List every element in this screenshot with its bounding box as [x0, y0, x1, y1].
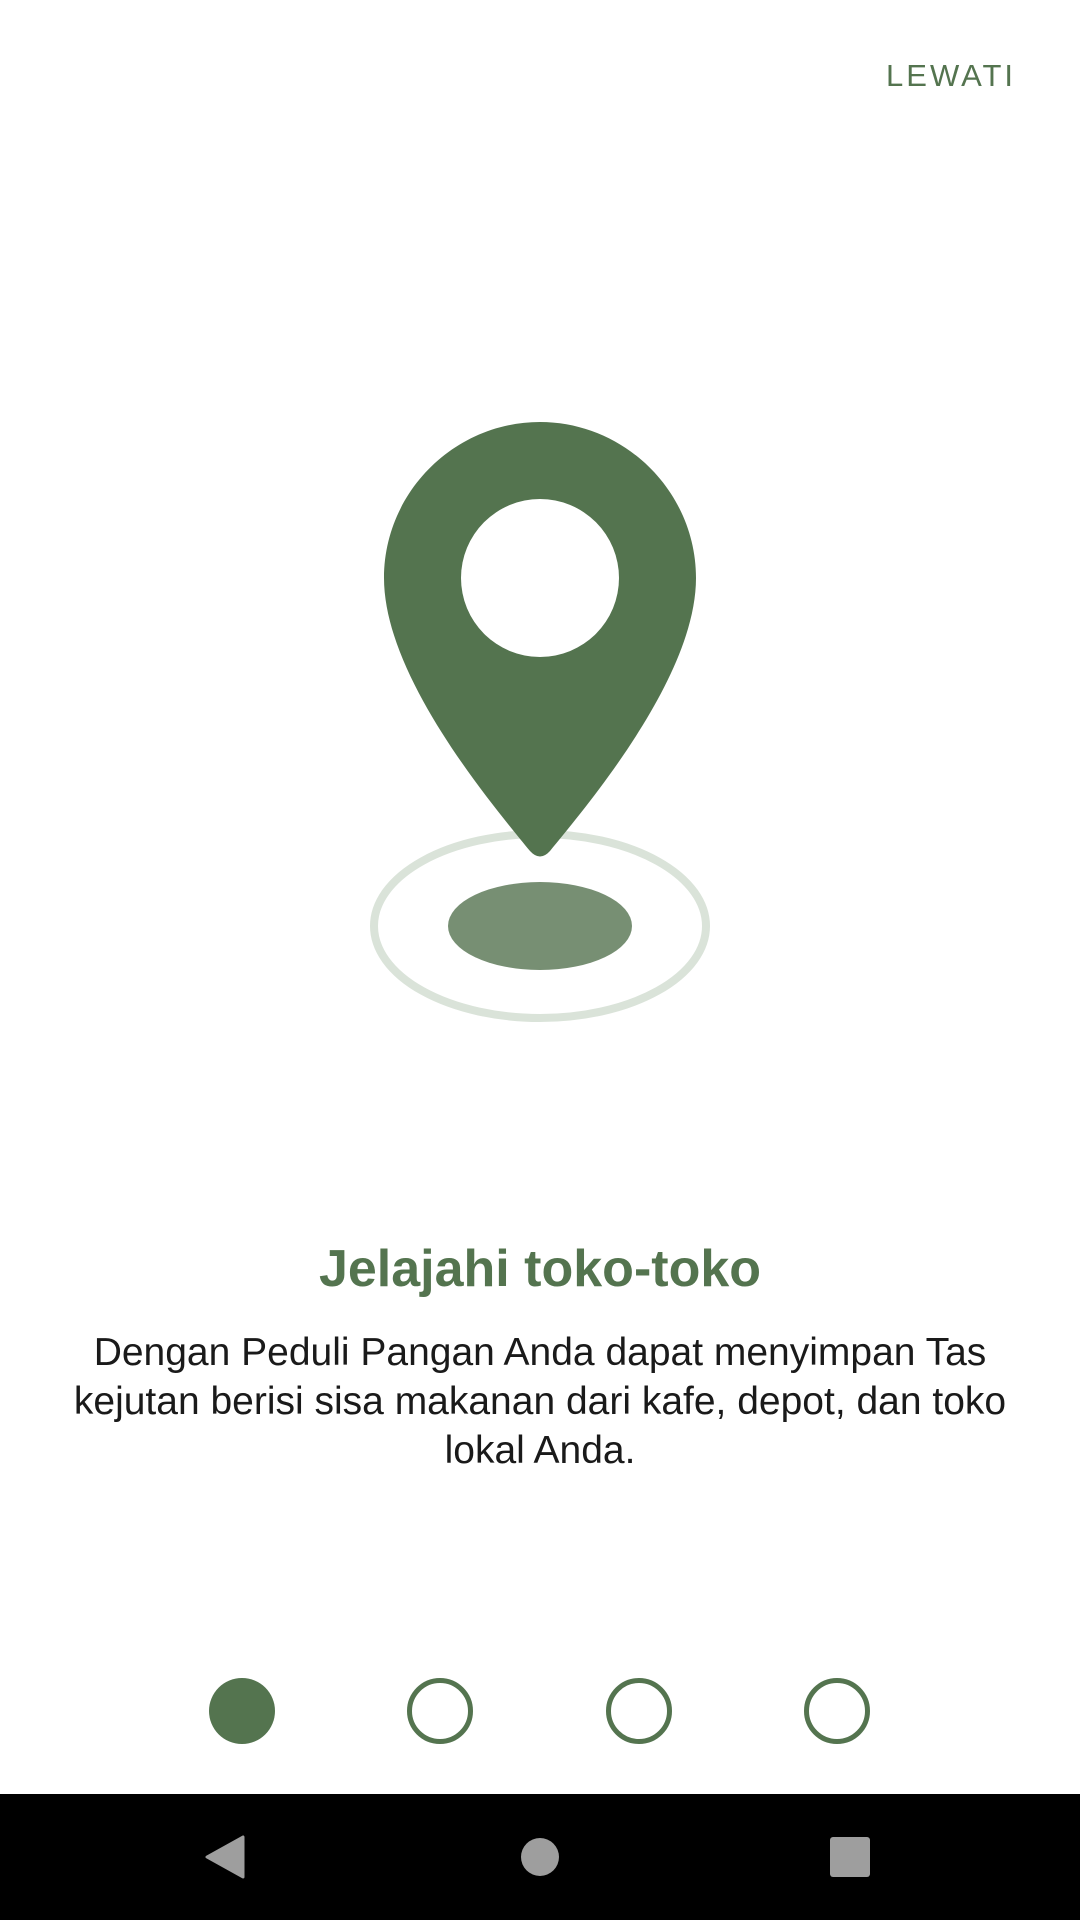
- location-pin-illustration: [370, 422, 710, 1022]
- back-icon: [205, 1835, 245, 1879]
- page-description: Dengan Peduli Pangan Anda dapat menyimpa…: [73, 1331, 1007, 1472]
- page-dot-1[interactable]: [209, 1678, 275, 1744]
- skip-button[interactable]: LEWATI: [882, 52, 1020, 100]
- page-indicator: [0, 1678, 1080, 1748]
- onboarding-screen: LEWATI Jelajahi toko-toko Dengan Peduli …: [0, 0, 1080, 1920]
- back-button[interactable]: [196, 1827, 256, 1887]
- location-pin-icon: [384, 422, 696, 857]
- ground-shadow: [448, 882, 632, 970]
- home-icon: [521, 1838, 559, 1876]
- home-button[interactable]: [510, 1827, 570, 1887]
- page-title: Jelajahi toko-toko: [318, 1240, 762, 1298]
- page-dot-2[interactable]: [407, 1678, 473, 1744]
- recents-icon: [830, 1837, 870, 1877]
- page-dot-4[interactable]: [804, 1678, 870, 1744]
- recents-button[interactable]: [820, 1827, 880, 1887]
- system-navigation-bar: [0, 1794, 1080, 1920]
- page-dot-3[interactable]: [606, 1678, 672, 1744]
